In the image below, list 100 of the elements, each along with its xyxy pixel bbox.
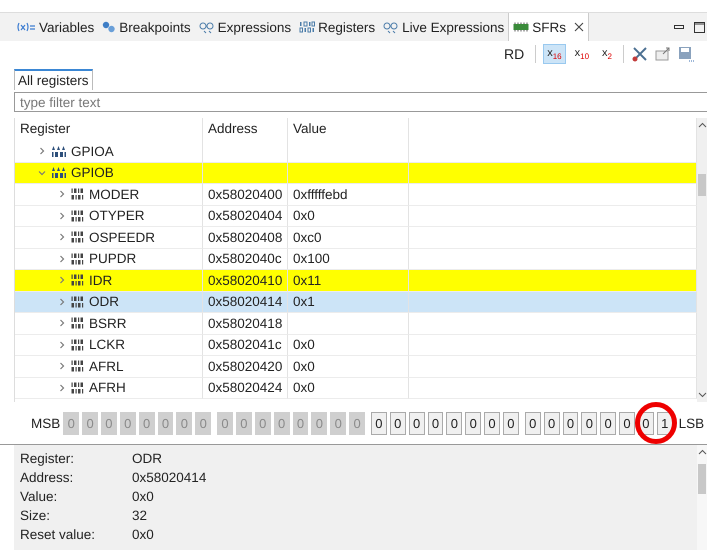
bit-toggle[interactable]: 0 [408, 412, 425, 434]
detail-label: Reset value: [20, 527, 96, 542]
radix-button[interactable]: x$_{2}$ [598, 44, 616, 64]
register-name: ODR [89, 294, 119, 310]
detail-value: 0x58020414 [132, 470, 206, 485]
bit-toggle[interactable]: 0 [484, 412, 500, 434]
binary-icon [71, 317, 85, 330]
detail-value: ODR [132, 451, 162, 466]
view-tab[interactable]: Live Expressions [379, 13, 508, 41]
binary-icon [71, 274, 85, 286]
scroll-thumb[interactable] [698, 464, 706, 494]
expand-icon[interactable] [57, 210, 67, 221]
expand-icon[interactable] [57, 361, 67, 372]
scroll-thumb[interactable] [698, 174, 706, 196]
export-icon[interactable] [654, 45, 672, 63]
binary-icon [71, 252, 85, 265]
radix-button[interactable]: x$_{10}$ [570, 44, 594, 64]
expand-icon[interactable] [57, 275, 67, 286]
changed-row[interactable]: GPIOB [15, 162, 697, 184]
bit-toggle[interactable]: 0 [562, 412, 578, 434]
table-cell: 0x0 [288, 334, 409, 356]
binary-icon [71, 296, 85, 308]
register-name: GPIOB [71, 165, 114, 180]
scroll-down-icon[interactable] [698, 391, 706, 398]
table-cell: 0x0 [288, 356, 409, 378]
bit-toggle[interactable]: 1 [656, 412, 673, 434]
table-cell: 0x0 [288, 378, 409, 399]
binary-icon [71, 231, 85, 244]
table-row[interactable]: AFRL 0x58020420 0x0 [15, 356, 697, 378]
bit-toggle[interactable]: 0 [428, 412, 444, 434]
breakpoint-icon [102, 21, 116, 33]
registers-tab[interactable]: All registers [14, 69, 93, 90]
selected-row[interactable]: ODR 0x58020414 0x1 [15, 292, 697, 313]
register-name: PUPDR [89, 251, 136, 266]
view-tab[interactable]: Breakpoints [98, 13, 195, 41]
bit-toggle[interactable]: 0 [465, 412, 482, 434]
expand-icon[interactable] [57, 254, 67, 264]
radix-button[interactable]: x$_{16}$ [543, 44, 566, 64]
table-row[interactable]: OSPEEDR 0x58020408 0xc0 [15, 227, 697, 248]
column-header[interactable]: Value [288, 118, 409, 141]
view-tab[interactable]: Registers [295, 13, 380, 41]
tools-icon[interactable] [631, 45, 649, 63]
register-name: OTYPER [89, 208, 145, 224]
expand-icon[interactable] [57, 189, 67, 200]
table-cell: 0x58020424 [203, 378, 288, 399]
glasses-icon [383, 20, 400, 34]
expand-icon[interactable] [57, 318, 67, 328]
scrollbar[interactable] [697, 118, 707, 402]
table-row[interactable]: AFRH 0x58020424 0x0 [15, 378, 697, 399]
detail-label: Value: [20, 489, 58, 504]
glasses-icon [198, 20, 215, 34]
binary-icon [71, 382, 85, 394]
register-name: AFRH [89, 380, 126, 396]
bit-toggle[interactable]: 0 [600, 412, 616, 434]
table-cell: 0xc0 [288, 227, 409, 248]
table-row[interactable]: MODER 0x58020400 0xfffffebd [15, 184, 697, 206]
bit-toggle[interactable]: 0 [544, 412, 560, 434]
binary-icon [71, 210, 85, 222]
maximize-icon[interactable] [693, 21, 705, 33]
peripheral-icon [51, 144, 67, 158]
bit-toggle[interactable]: 0 [390, 412, 406, 434]
table-cell: 0x58020400 [203, 184, 288, 206]
variables-icon [16, 21, 36, 33]
table-row[interactable]: OTYPER 0x58020404 0x0 [15, 206, 697, 227]
scroll-up-icon[interactable] [698, 449, 706, 456]
save-icon[interactable] [677, 45, 695, 63]
bit-toggle[interactable]: 0 [619, 412, 635, 434]
register-name: OSPEEDR [89, 230, 156, 245]
view-tab[interactable]: SFRs [508, 13, 589, 41]
expand-icon[interactable] [37, 146, 47, 156]
expand-icon[interactable] [57, 340, 67, 350]
detail-value: 0x0 [132, 527, 154, 542]
bit-toggle[interactable]: 0 [502, 412, 519, 434]
scrollbar[interactable] [697, 445, 707, 550]
view-tab[interactable]: Expressions [194, 13, 296, 41]
table-cell: 0x0 [288, 206, 409, 227]
scroll-up-icon[interactable] [698, 122, 706, 129]
table-cell: 0x58020418 [203, 313, 288, 334]
bit-toggle[interactable]: 0 [581, 412, 598, 434]
view-tab[interactable]: Variables [12, 13, 98, 41]
bit-toggle[interactable]: 0 [524, 412, 541, 434]
bit-toggle[interactable]: 0 [446, 412, 462, 434]
column-header[interactable]: Register [15, 118, 203, 141]
read-button[interactable]: RD [500, 43, 528, 65]
register-name: IDR [89, 272, 112, 288]
changed-row[interactable]: IDR 0x58020410 0x11 [15, 270, 697, 292]
expand-icon[interactable] [57, 296, 67, 307]
bit-toggle[interactable]: 0 [370, 412, 387, 434]
table-row[interactable]: LCKR 0x5802041c 0x0 [15, 334, 697, 356]
table-cell: 0x58020408 [203, 227, 288, 248]
column-header[interactable]: Address [203, 118, 288, 141]
binary-icon [71, 360, 85, 372]
register-name: LCKR [89, 337, 126, 352]
expand-icon[interactable] [57, 382, 67, 393]
filter-field[interactable]: type filter text [14, 92, 707, 112]
expand-icon[interactable] [57, 232, 67, 242]
table-row[interactable]: BSRR 0x58020418 [15, 313, 697, 334]
close-icon[interactable] [574, 22, 584, 32]
register-name: GPIOA [71, 144, 114, 159]
detail-value: 32 [132, 508, 148, 523]
